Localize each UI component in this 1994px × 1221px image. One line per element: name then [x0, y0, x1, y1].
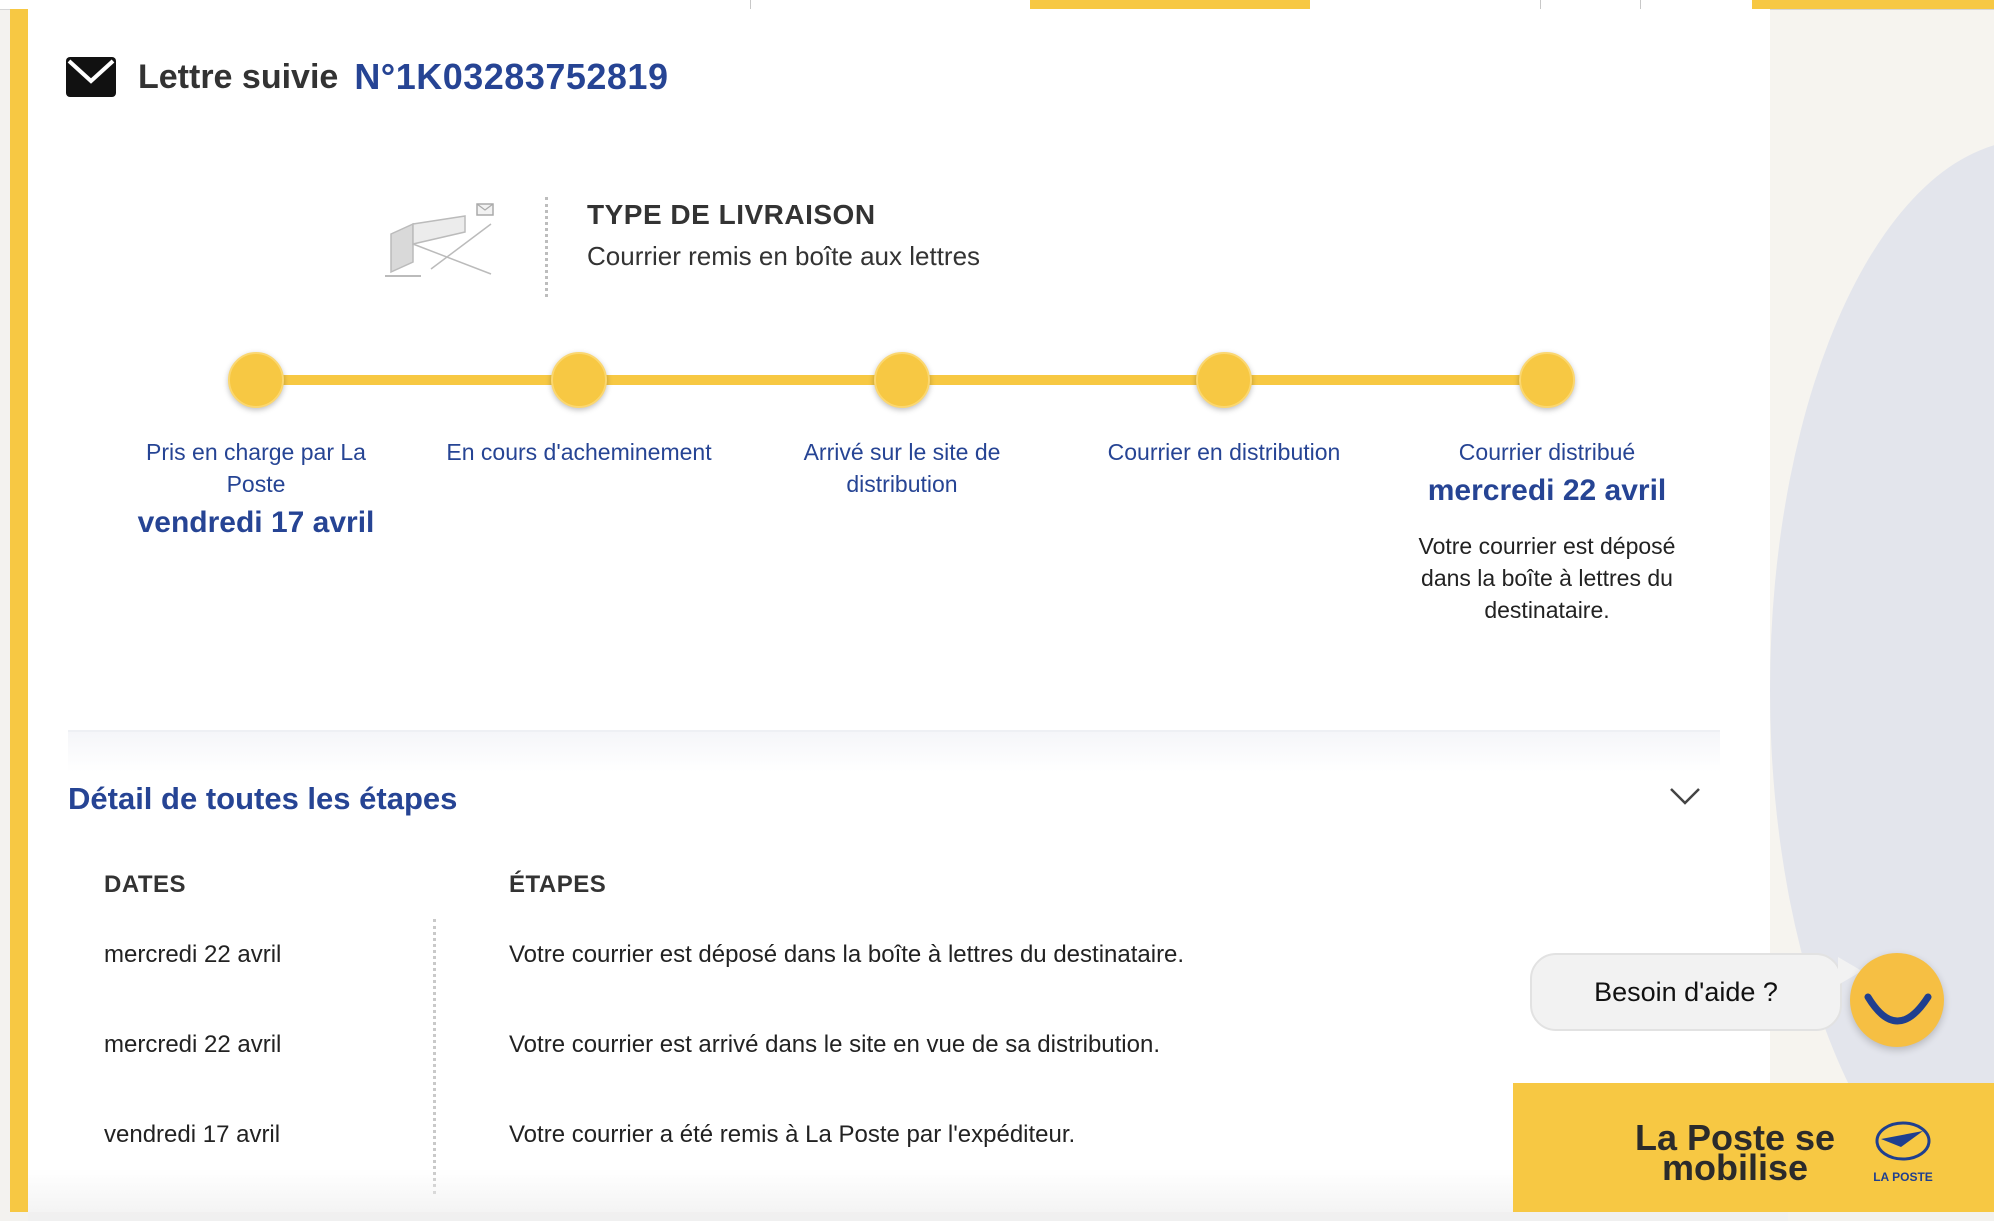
delivery-type-label: TYPE DE LIVRAISON	[587, 199, 876, 230]
step-label: En cours d'acheminement	[446, 439, 712, 465]
mailbox-illustration	[385, 203, 494, 277]
timeline-step: Pris en charge par La Poste vendredi 17 …	[121, 436, 391, 540]
timeline-step: En cours d'acheminement	[444, 436, 714, 468]
progress-dot	[1196, 352, 1252, 408]
step-label: Courrier distribué	[1458, 439, 1636, 465]
step-label: Arrivé sur le site de distribution	[803, 439, 1001, 497]
row-date: mercredi 22 avril	[104, 941, 282, 968]
timeline-step: Courrier en distribution	[1089, 436, 1359, 468]
tab-separator	[1540, 0, 1541, 9]
row-step: Votre courrier est déposé dans la boîte …	[509, 941, 1185, 968]
step-description: Votre courrier est déposé dans la boîte …	[1418, 533, 1676, 623]
chat-avatar-icon[interactable]	[1850, 953, 1944, 1047]
background-blob	[1770, 140, 1994, 1212]
delivery-divider	[545, 197, 548, 297]
step-date: mercredi 22 avril	[1427, 474, 1667, 507]
banner-text: La Poste se mobilise	[1634, 1117, 1836, 1188]
active-tab-indicator	[1030, 0, 1310, 9]
help-button[interactable]: Besoin d'aide ?	[1530, 953, 1862, 1031]
tab-separator	[750, 0, 751, 9]
details-toggle-title[interactable]: Détail de toutes les étapes	[68, 781, 457, 817]
row-date: mercredi 22 avril	[104, 1031, 282, 1058]
column-header-steps: ÉTAPES	[509, 871, 607, 898]
tracking-card: Lettre suivie N°1K03283752819 TYPE DE LI…	[10, 9, 1788, 1221]
title-row: Lettre suivie N°1K03283752819	[66, 55, 668, 99]
progress-dot	[228, 352, 284, 408]
step-date: vendredi 17 avril	[137, 506, 375, 539]
progress-dot	[874, 352, 930, 408]
table-divider	[433, 919, 436, 1194]
la-poste-logo: LA POSTE	[1873, 1121, 1933, 1184]
progress-dot	[551, 352, 607, 408]
row-step: Votre courrier a été remis à La Poste pa…	[509, 1121, 1076, 1148]
page-title: Lettre suivie	[138, 57, 339, 96]
delivery-type-value: Courrier remis en boîte aux lettres	[587, 241, 981, 271]
logo-text: LA POSTE	[1873, 1170, 1933, 1184]
section-shadow	[68, 732, 1720, 772]
step-label: Courrier en distribution	[1107, 439, 1341, 465]
timeline-step: Arrivé sur le site de distribution	[767, 436, 1037, 500]
tab-separator	[1640, 0, 1641, 9]
chevron-down-icon[interactable]	[1668, 784, 1702, 808]
smile-icon	[1864, 993, 1932, 1025]
timeline-step: Courrier distribué mercredi 22 avril Vot…	[1412, 436, 1682, 626]
envelope-icon	[66, 57, 116, 97]
tracking-number: N°1K03283752819	[354, 56, 669, 97]
column-header-dates: DATES	[104, 871, 187, 898]
row-date: vendredi 17 avril	[104, 1121, 281, 1148]
step-label: Pris en charge par La Poste	[146, 439, 366, 497]
progress-dot	[1519, 352, 1575, 408]
row-step: Votre courrier est arrivé dans le site e…	[509, 1031, 1160, 1058]
help-label: Besoin d'aide ?	[1594, 976, 1778, 1007]
tab-highlight	[1752, 0, 1994, 9]
la-poste-mobilise-banner[interactable]: La Poste se mobilise LA POSTE	[1513, 1083, 1994, 1212]
